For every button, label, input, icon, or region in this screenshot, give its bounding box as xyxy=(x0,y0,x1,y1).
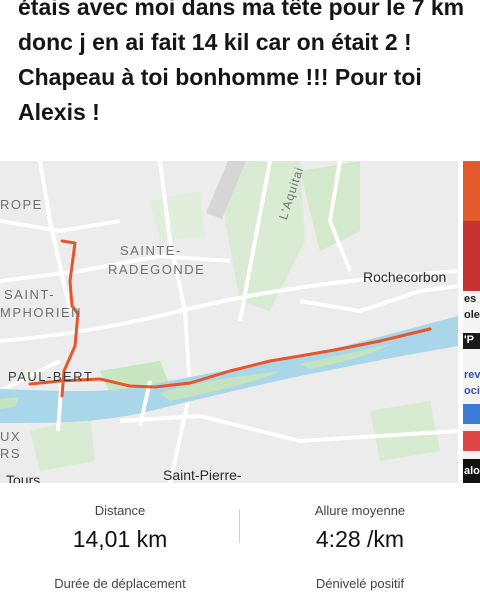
card-strip xyxy=(463,404,480,424)
card-strip xyxy=(463,431,480,451)
map-label-rs: RS xyxy=(0,446,22,461)
stat-label: Allure moyenne xyxy=(314,503,406,518)
card-text: 'P xyxy=(464,334,474,346)
stat-distance: Distance 14,01 km xyxy=(0,503,240,553)
map-label-saint-symphorien: MPHORIEN xyxy=(0,305,83,320)
adjacent-card-preview[interactable]: es ole 'P rev oci alo xyxy=(463,161,480,483)
map-label-paul-bert: PAUL-BERT xyxy=(8,369,94,384)
map-label-tours: Tours xyxy=(6,472,41,483)
map-label-sainte-radegonde: RADEGONDE xyxy=(108,262,206,277)
card-text: rev xyxy=(464,369,480,381)
card-strip xyxy=(463,221,480,291)
card-text: ole xyxy=(464,309,480,321)
map-label-rochecorbon: Rochecorbon xyxy=(363,269,447,285)
map-label-saint-symphorien: SAINT- xyxy=(4,287,55,302)
card-text: es xyxy=(464,293,477,305)
stat-label: Durée de déplacement xyxy=(54,576,186,591)
stat-value: 14,01 km xyxy=(72,526,168,552)
card-strip xyxy=(463,161,480,221)
stat-label: Dénivelé positif xyxy=(315,576,405,591)
map-label-rope: ROPE xyxy=(0,197,43,212)
map-canvas xyxy=(0,161,458,483)
stat-pace: Allure moyenne 4:28 /km xyxy=(240,503,480,553)
activity-map[interactable]: ROPE SAINTE- RADEGONDE SAINT- MPHORIEN P… xyxy=(0,161,458,483)
stat-label: Distance xyxy=(94,503,146,518)
stat-value: 4:28 /km xyxy=(315,526,405,552)
post-caption: étais avec moi dans ma tête pour le 7 km… xyxy=(18,0,465,125)
stat-moving-time: Durée de déplacement xyxy=(0,576,240,591)
stat-elevation: Dénivelé positif xyxy=(240,576,480,591)
card-text: alo xyxy=(464,465,480,477)
card-text: oci xyxy=(464,385,480,397)
activity-stats: Distance 14,01 km Allure moyenne 4:28 /k… xyxy=(0,483,480,600)
map-label-ux: UX xyxy=(0,429,22,444)
map-label-sainte-radegonde: SAINTE- xyxy=(120,243,182,258)
map-label-saint-pierre: Saint-Pierre- xyxy=(163,467,242,483)
